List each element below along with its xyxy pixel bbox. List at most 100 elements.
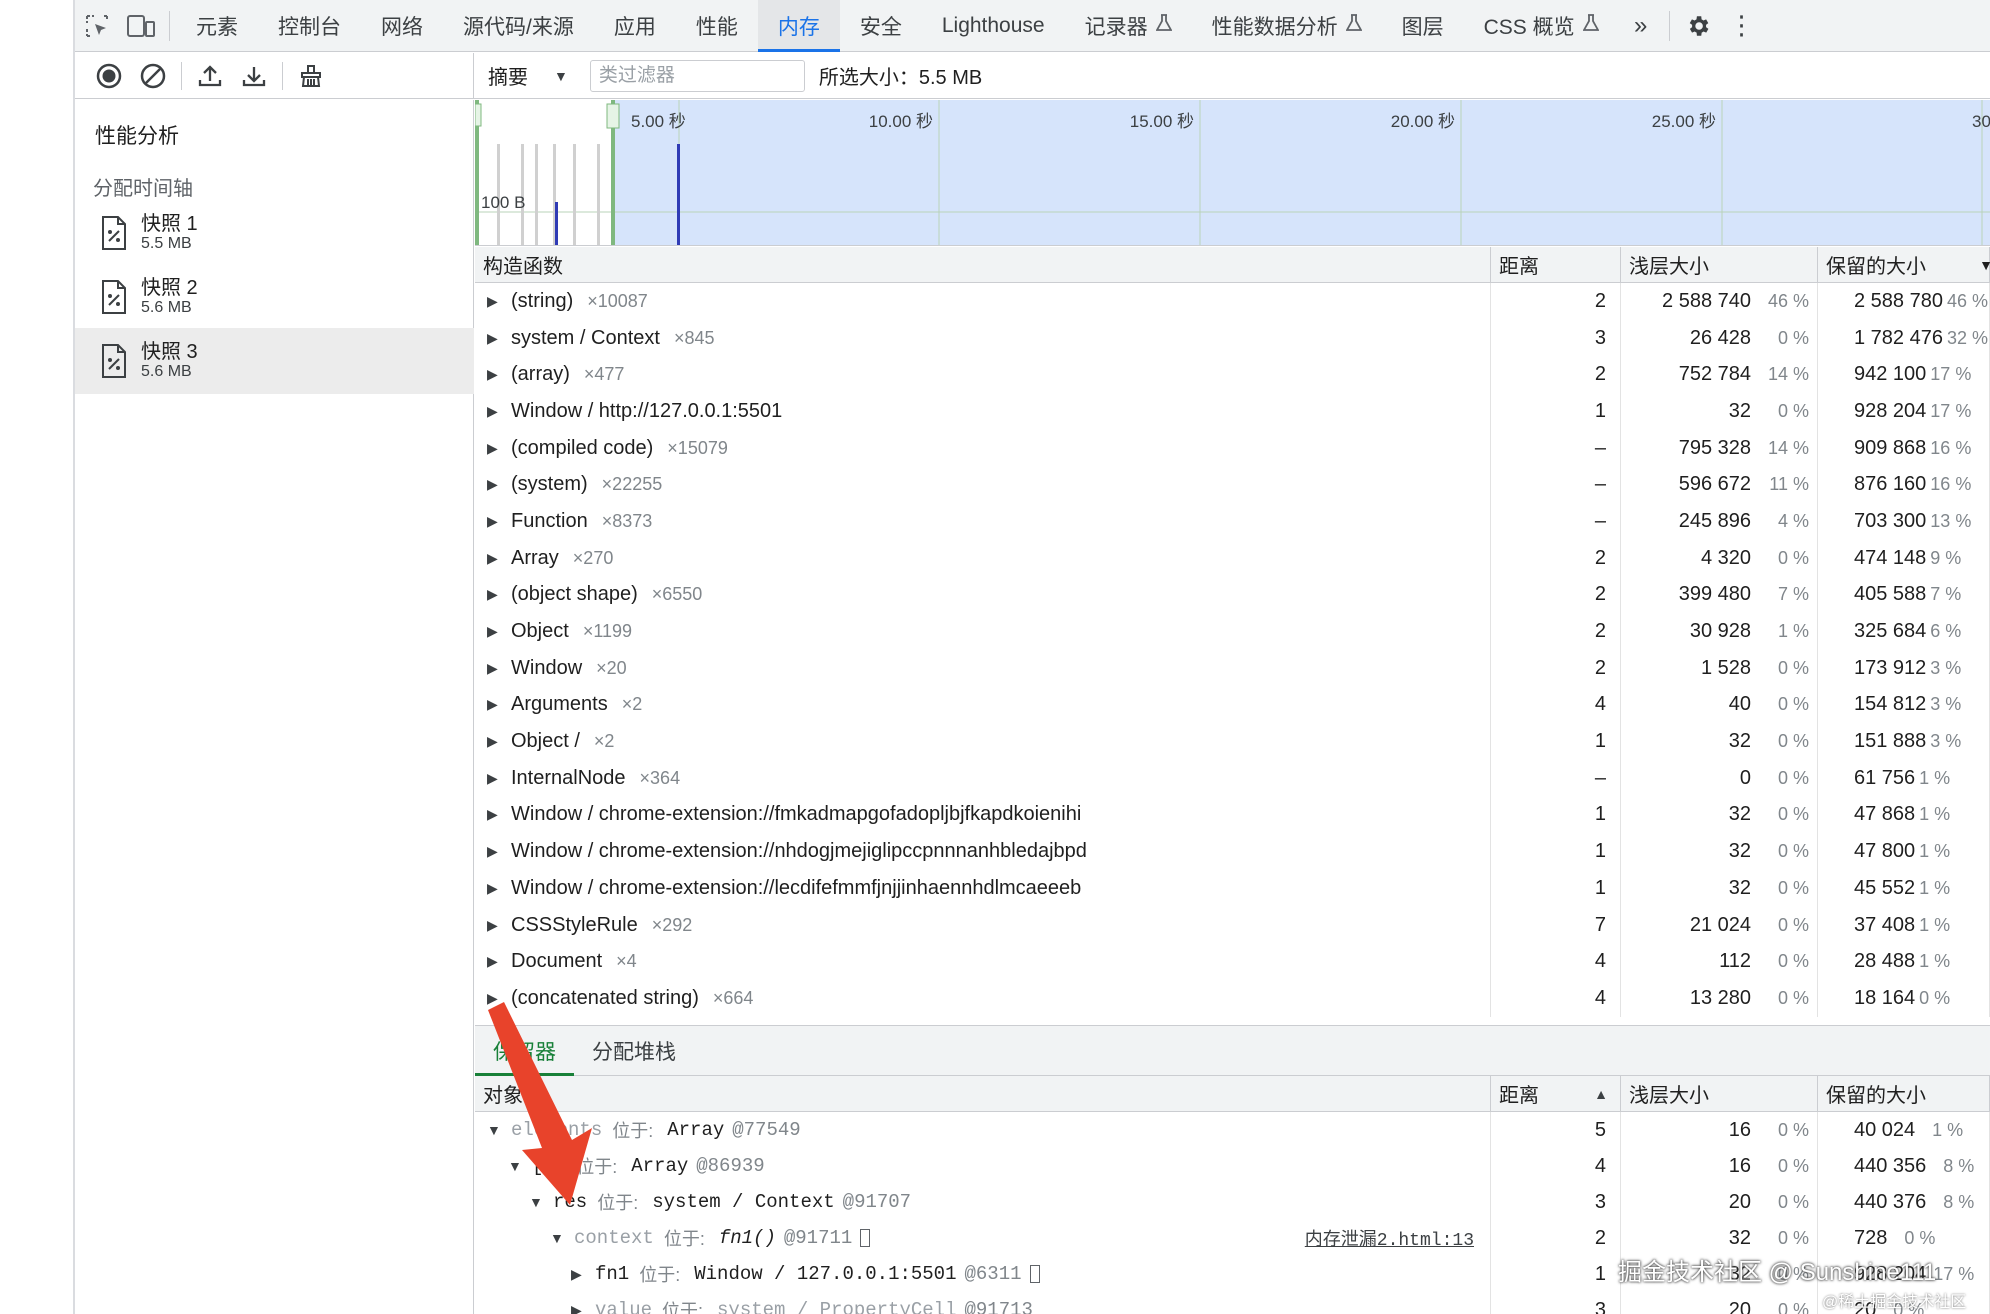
expand-triangle-icon[interactable]: ▶ bbox=[487, 366, 499, 383]
more-tabs-icon[interactable]: » bbox=[1619, 0, 1663, 52]
tab-allocation-stack[interactable]: 分配堆栈 bbox=[574, 1026, 694, 1076]
settings-gear-icon[interactable] bbox=[1676, 0, 1720, 52]
tab-9[interactable]: 记录器 bbox=[1065, 0, 1192, 52]
class-filter-input[interactable] bbox=[589, 59, 805, 92]
shallow-size-value: 32 bbox=[1728, 730, 1751, 753]
clear-icon[interactable] bbox=[131, 54, 175, 98]
collapse-triangle-icon[interactable]: ▼ bbox=[487, 1122, 501, 1138]
retainer-row[interactable]: ▼ context 位于: fn1() @91711 内存泄漏2.html:13 2 32 0 … bbox=[475, 1220, 1990, 1256]
tab-10[interactable]: 性能数据分析 bbox=[1192, 0, 1382, 52]
retainer-at-label: 位于: bbox=[612, 1121, 654, 1141]
kebab-menu-icon[interactable]: ⋮ bbox=[1720, 0, 1764, 52]
table-row[interactable]: ▶ Function ×8373 – 245 896 4 % 703 300 13 % bbox=[475, 503, 1990, 540]
expand-triangle-icon[interactable]: ▶ bbox=[487, 476, 499, 493]
expand-triangle-icon[interactable]: ▶ bbox=[487, 586, 499, 603]
expand-triangle-icon[interactable]: ▶ bbox=[487, 880, 499, 897]
tab-3[interactable]: 源代码/来源 bbox=[443, 0, 594, 52]
view-select[interactable]: 摘要 ▼ bbox=[488, 61, 568, 90]
column-distance[interactable]: 距离 ▲ bbox=[1491, 1076, 1621, 1111]
retainer-row[interactable]: ▼ res 位于: system / Context @91707 3 20 0 % 440 3… bbox=[475, 1184, 1990, 1220]
table-row[interactable]: ▶ (string) ×10087 2 2 588 740 46 % 2 588 780 46… bbox=[475, 283, 1990, 320]
expand-triangle-icon[interactable]: ▶ bbox=[487, 660, 499, 677]
retainer-row[interactable]: ▼ [1] 位于: Array @86939 4 16 0 % 440 356 8 % bbox=[475, 1148, 1990, 1184]
expand-triangle-icon[interactable]: ▶ bbox=[487, 806, 499, 823]
collapse-triangle-icon[interactable]: ▼ bbox=[508, 1158, 522, 1174]
column-retained-size[interactable]: 保留的大小 ▼ bbox=[1818, 247, 1990, 282]
table-row[interactable]: ▶ Arguments ×2 4 40 0 % 154 812 3 % bbox=[475, 686, 1990, 724]
expand-triangle-icon[interactable]: ▶ bbox=[487, 770, 499, 787]
table-row[interactable]: ▶ system / Context ×845 3 26 428 0 % 1 782 476… bbox=[475, 319, 1990, 357]
table-row[interactable]: ▶ Window / chrome-extension://lecdifefmmf… bbox=[475, 870, 1990, 907]
snapshot-item-3[interactable]: 快照 3 5.6 MB bbox=[75, 328, 474, 394]
reveal-icon[interactable] bbox=[1029, 1265, 1040, 1283]
timeline-graph[interactable]: 5.00 秒 10.00 秒 15.00 秒 20.00 秒 25.00 秒 30 100 … bbox=[475, 100, 1990, 246]
expand-triangle-icon[interactable]: ▶ bbox=[487, 990, 499, 1007]
table-row[interactable]: ▶ (object shape) ×6550 2 399 480 7 % 405 588 7 … bbox=[475, 576, 1990, 614]
table-row[interactable]: ▶ Window / http://127.0.0.1:5501 1 32 0 % 928… bbox=[475, 393, 1990, 430]
column-shallow-size[interactable]: 浅层大小 bbox=[1621, 1076, 1818, 1111]
expand-triangle-icon[interactable]: ▶ bbox=[487, 403, 499, 420]
expand-triangle-icon[interactable]: ▶ bbox=[571, 1266, 583, 1283]
table-row[interactable]: ▶ (compiled code) ×15079 – 795 328 14 % 909 86… bbox=[475, 429, 1990, 467]
tab-retainers[interactable]: 保留器 bbox=[475, 1026, 574, 1076]
tab-2[interactable]: 网络 bbox=[361, 0, 443, 52]
reveal-icon[interactable] bbox=[860, 1229, 871, 1247]
allocation-timeline[interactable]: 5.00 秒 10.00 秒 15.00 秒 20.00 秒 25.00 秒 30 100 … bbox=[475, 100, 1990, 246]
table-row[interactable]: ▶ InternalNode ×364 – 0 0 % 61 756 1 % bbox=[475, 759, 1990, 797]
device-toolbar-icon[interactable] bbox=[119, 0, 163, 52]
retainer-row[interactable]: ▼ elements 位于: Array @77549 5 16 0 % 40 024 1 % bbox=[475, 1112, 1990, 1148]
tab-5[interactable]: 性能 bbox=[676, 0, 758, 52]
tab-8[interactable]: Lighthouse bbox=[922, 0, 1065, 52]
expand-triangle-icon[interactable]: ▶ bbox=[487, 550, 499, 567]
column-distance[interactable]: 距离 bbox=[1491, 247, 1621, 282]
expand-triangle-icon[interactable]: ▶ bbox=[487, 440, 499, 457]
table-row[interactable]: ▶ Window / chrome-extension://fmkadmapgof… bbox=[475, 796, 1990, 834]
table-row[interactable]: ▶ (concatenated string) ×664 4 13 280 0 % 18 1… bbox=[475, 980, 1990, 1017]
retainer-row[interactable]: ▶ value 位于: system / PropertyCell @91713 3 20 0… bbox=[475, 1292, 1990, 1314]
tab-7[interactable]: 安全 bbox=[840, 0, 922, 52]
download-icon[interactable] bbox=[232, 54, 276, 98]
table-row[interactable]: ▶ Object ×1199 2 30 928 1 % 325 684 6 % bbox=[475, 613, 1990, 650]
record-icon[interactable] bbox=[87, 54, 131, 98]
expand-triangle-icon[interactable]: ▶ bbox=[487, 953, 499, 970]
tab-12[interactable]: CSS 概览 bbox=[1464, 0, 1619, 52]
expand-triangle-icon[interactable]: ▶ bbox=[487, 733, 499, 750]
shallow-size-cell: 32 0 % bbox=[1621, 796, 1818, 834]
table-row[interactable]: ▶ Array ×270 2 4 320 0 % 474 148 9 % bbox=[475, 539, 1990, 577]
expand-triangle-icon[interactable]: ▶ bbox=[487, 513, 499, 530]
table-row[interactable]: ▶ CSSStyleRule ×292 7 21 024 0 % 37 408 1 % bbox=[475, 906, 1990, 944]
expand-triangle-icon[interactable]: ▶ bbox=[487, 917, 499, 934]
expand-triangle-icon[interactable]: ▶ bbox=[487, 330, 499, 347]
expand-triangle-icon[interactable]: ▶ bbox=[487, 623, 499, 640]
table-row[interactable]: ▶ Window / chrome-extension://nhdogjmejig… bbox=[475, 833, 1990, 870]
distance-cell: 3 bbox=[1491, 319, 1621, 357]
column-shallow-size[interactable]: 浅层大小 bbox=[1621, 247, 1818, 282]
snapshot-item-1[interactable]: 快照 1 5.5 MB bbox=[75, 200, 474, 266]
column-constructor[interactable]: 构造函数 bbox=[475, 247, 1491, 282]
collect-garbage-icon[interactable] bbox=[289, 54, 333, 98]
table-row[interactable]: ▶ (system) ×22255 – 596 672 11 % 876 160 16 % bbox=[475, 466, 1990, 504]
expand-triangle-icon[interactable]: ▶ bbox=[487, 293, 499, 310]
shallow-size-percent: 14 % bbox=[1767, 364, 1809, 385]
table-row[interactable]: ▶ Document ×4 4 112 0 % 28 488 1 % bbox=[475, 943, 1990, 981]
expand-triangle-icon[interactable]: ▶ bbox=[487, 843, 499, 860]
select-element-icon[interactable] bbox=[75, 0, 119, 52]
collapse-triangle-icon[interactable]: ▼ bbox=[550, 1230, 564, 1246]
tab-11[interactable]: 图层 bbox=[1382, 0, 1464, 52]
tab-0[interactable]: 元素 bbox=[176, 0, 258, 52]
constructor-name: Window / http://127.0.0.1:5501 bbox=[511, 399, 783, 422]
upload-icon[interactable] bbox=[188, 54, 232, 98]
column-retained-size[interactable]: 保留的大小 bbox=[1818, 1076, 1990, 1111]
column-object[interactable]: 对象 bbox=[475, 1076, 1491, 1111]
snapshot-item-2[interactable]: 快照 2 5.6 MB bbox=[75, 264, 474, 330]
expand-triangle-icon[interactable]: ▶ bbox=[571, 1302, 583, 1314]
table-row[interactable]: ▶ Window ×20 2 1 528 0 % 173 912 3 % bbox=[475, 649, 1990, 687]
table-row[interactable]: ▶ (array) ×477 2 752 784 14 % 942 100 17 % bbox=[475, 356, 1990, 394]
collapse-triangle-icon[interactable]: ▼ bbox=[529, 1194, 543, 1210]
source-link[interactable]: 内存泄漏2.html:13 bbox=[1305, 1225, 1474, 1251]
expand-triangle-icon[interactable]: ▶ bbox=[487, 696, 499, 713]
tab-4[interactable]: 应用 bbox=[594, 0, 676, 52]
tab-1[interactable]: 控制台 bbox=[258, 0, 361, 52]
table-row[interactable]: ▶ Object / ×2 1 32 0 % 151 888 3 % bbox=[475, 723, 1990, 760]
tab-6[interactable]: 内存 bbox=[757, 0, 840, 52]
